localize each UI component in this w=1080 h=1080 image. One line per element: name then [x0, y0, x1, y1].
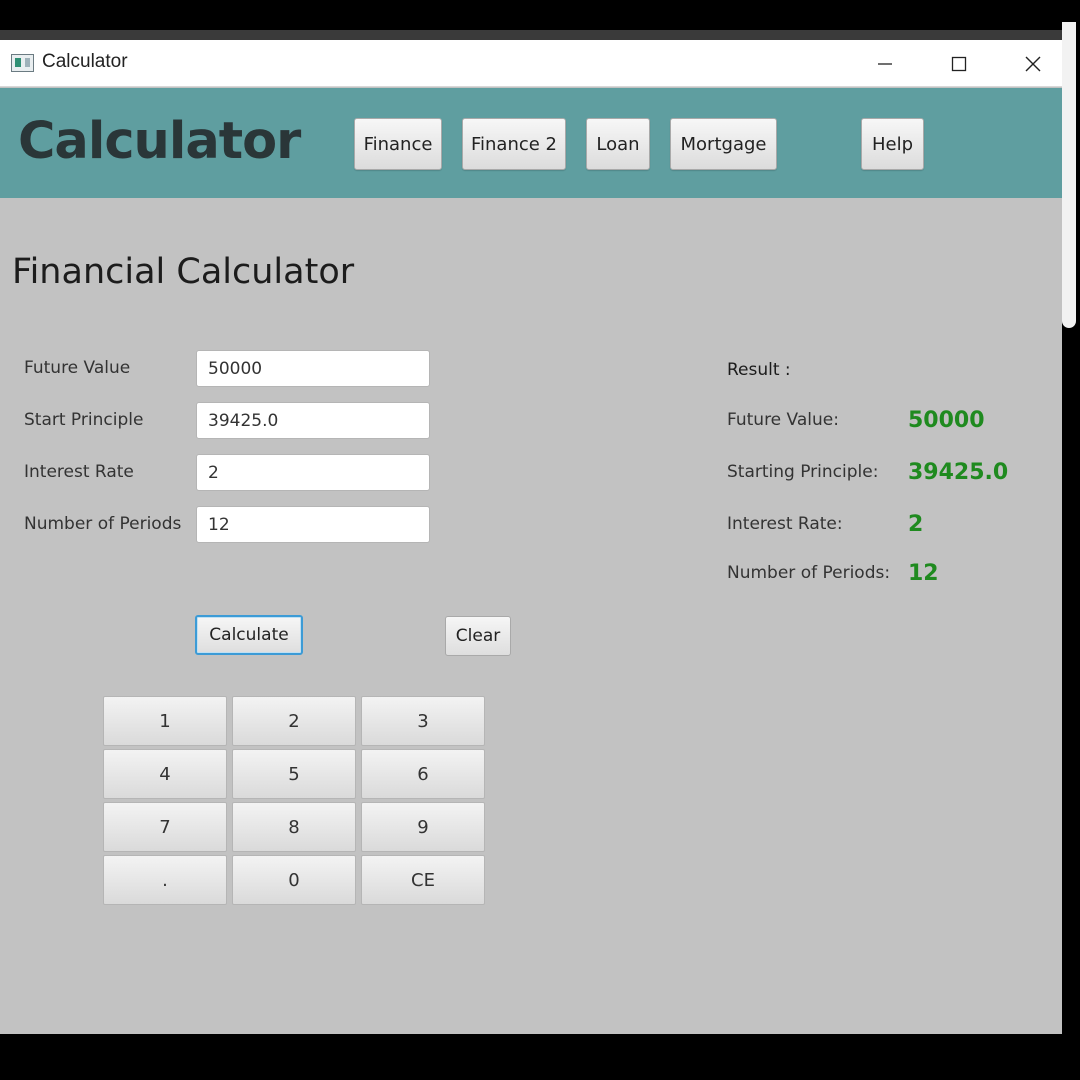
calculate-button[interactable]: Calculate — [195, 615, 303, 655]
key-3[interactable]: 3 — [361, 696, 485, 746]
maximize-icon — [951, 56, 967, 71]
calculator-window: Calculator Calculator Finance Finance 2 … — [0, 40, 1062, 1034]
close-icon — [1025, 56, 1041, 71]
key-2[interactable]: 2 — [232, 696, 356, 746]
future-value-label: Future Value — [24, 358, 131, 378]
start-principle-label: Start Principle — [24, 410, 144, 430]
page-title: Financial Calculator — [12, 252, 355, 292]
app-icon-bar — [15, 58, 21, 67]
key-4[interactable]: 4 — [103, 749, 227, 799]
number-of-periods-input[interactable] — [196, 506, 430, 543]
interest-rate-input[interactable] — [196, 454, 430, 491]
nav-loan-button[interactable]: Loan — [586, 118, 650, 170]
key-5[interactable]: 5 — [232, 749, 356, 799]
key-7[interactable]: 7 — [103, 802, 227, 852]
key-8[interactable]: 8 — [232, 802, 356, 852]
start-principle-input[interactable] — [196, 402, 430, 439]
result-number-of-periods: 12 — [908, 561, 939, 586]
key-clear-entry[interactable]: CE — [361, 855, 485, 905]
key-1[interactable]: 1 — [103, 696, 227, 746]
key-0[interactable]: 0 — [232, 855, 356, 905]
key-9[interactable]: 9 — [361, 802, 485, 852]
key-decimal[interactable]: . — [103, 855, 227, 905]
result-future-value-label: Future Value: — [727, 410, 839, 430]
result-future-value: 50000 — [908, 408, 985, 433]
interest-rate-label: Interest Rate — [24, 462, 134, 482]
future-value-input[interactable] — [196, 350, 430, 387]
app-window-icon — [11, 54, 34, 72]
desktop-band — [0, 30, 1062, 40]
nav-finance-button[interactable]: Finance — [354, 118, 442, 170]
result-number-of-periods-label: Number of Periods: — [727, 563, 891, 583]
nav-finance-2-button[interactable]: Finance 2 — [462, 118, 566, 170]
window-title: Calculator — [42, 51, 128, 72]
result-starting-principle-label: Starting Principle: — [727, 462, 879, 482]
app-icon-panel — [25, 58, 30, 67]
minimize-button[interactable] — [848, 40, 922, 87]
nav-help-button[interactable]: Help — [861, 118, 924, 170]
nav-mortgage-button[interactable]: Mortgage — [670, 118, 777, 170]
result-heading: Result : — [727, 360, 791, 380]
clear-button[interactable]: Clear — [445, 616, 511, 656]
title-bar: Calculator — [0, 40, 1062, 87]
app-header: Calculator Finance Finance 2 Loan Mortga… — [0, 88, 1062, 198]
key-6[interactable]: 6 — [361, 749, 485, 799]
app-brand: Calculator — [18, 112, 301, 171]
result-interest-rate-label: Interest Rate: — [727, 514, 843, 534]
close-button[interactable] — [996, 40, 1062, 87]
number-of-periods-label: Number of Periods — [24, 514, 182, 534]
scrollbar-thumb[interactable] — [1062, 22, 1076, 328]
result-starting-principle: 39425.0 — [908, 460, 1009, 485]
result-interest-rate: 2 — [908, 512, 924, 537]
maximize-button[interactable] — [922, 40, 996, 87]
minimize-icon — [878, 62, 892, 65]
